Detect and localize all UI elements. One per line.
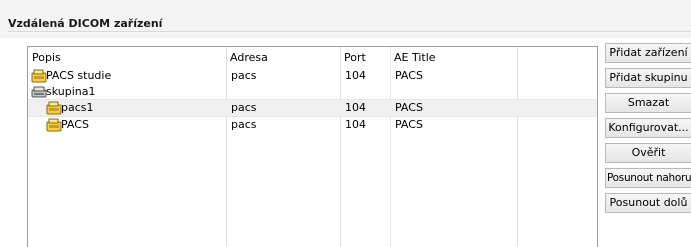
group-name: skupina1 (46, 85, 96, 98)
table-row[interactable]: skupina1 (28, 84, 597, 100)
column-header-port[interactable]: Port (340, 47, 366, 67)
device-port: 104 (345, 101, 366, 114)
table-row[interactable]: pacs1 pacs 104 PACS (28, 99, 597, 117)
device-port: 104 (345, 118, 366, 131)
add-group-button[interactable]: Přidat skupinu (605, 68, 691, 88)
panel-header: Vzdálená DICOM zařízení (0, 0, 691, 38)
device-ae-title: PACS (395, 69, 423, 82)
device-name: PACS (61, 118, 89, 131)
configure-button[interactable]: Konfigurovat... (605, 118, 691, 138)
column-header-ae-title[interactable]: AE Title (390, 47, 436, 67)
dicom-node-icon (31, 68, 47, 84)
group-icon (31, 84, 47, 100)
column-header-adresa[interactable]: Adresa (226, 47, 268, 67)
dicom-node-icon (46, 100, 62, 116)
header-divider (8, 31, 691, 32)
table-row[interactable]: PACS pacs 104 PACS (28, 117, 597, 133)
device-address: pacs (231, 69, 257, 82)
panel-title: Vzdálená DICOM zařízení (8, 17, 163, 30)
device-address: pacs (231, 101, 257, 114)
device-ae-title: PACS (395, 118, 423, 131)
device-name: pacs1 (61, 101, 94, 114)
device-table[interactable]: Popis Adresa Port AE Title PACS studie p… (27, 46, 598, 247)
column-header-popis[interactable]: Popis (28, 47, 61, 67)
device-address: pacs (231, 118, 257, 131)
add-device-button[interactable]: Přidat zařízení (605, 43, 691, 63)
device-port: 104 (345, 69, 366, 82)
move-up-button[interactable]: Posunout nahoru (605, 168, 691, 188)
dicom-node-icon (46, 117, 62, 133)
delete-button[interactable]: Smazat (605, 93, 691, 113)
device-ae-title: PACS (395, 101, 423, 114)
table-row[interactable]: PACS studie pacs 104 PACS (28, 68, 597, 84)
verify-button[interactable]: Ověřit (605, 143, 691, 163)
device-name: PACS studie (46, 69, 112, 82)
move-down-button[interactable]: Posunout dolů (605, 193, 691, 213)
table-header: Popis Adresa Port AE Title (28, 47, 597, 67)
